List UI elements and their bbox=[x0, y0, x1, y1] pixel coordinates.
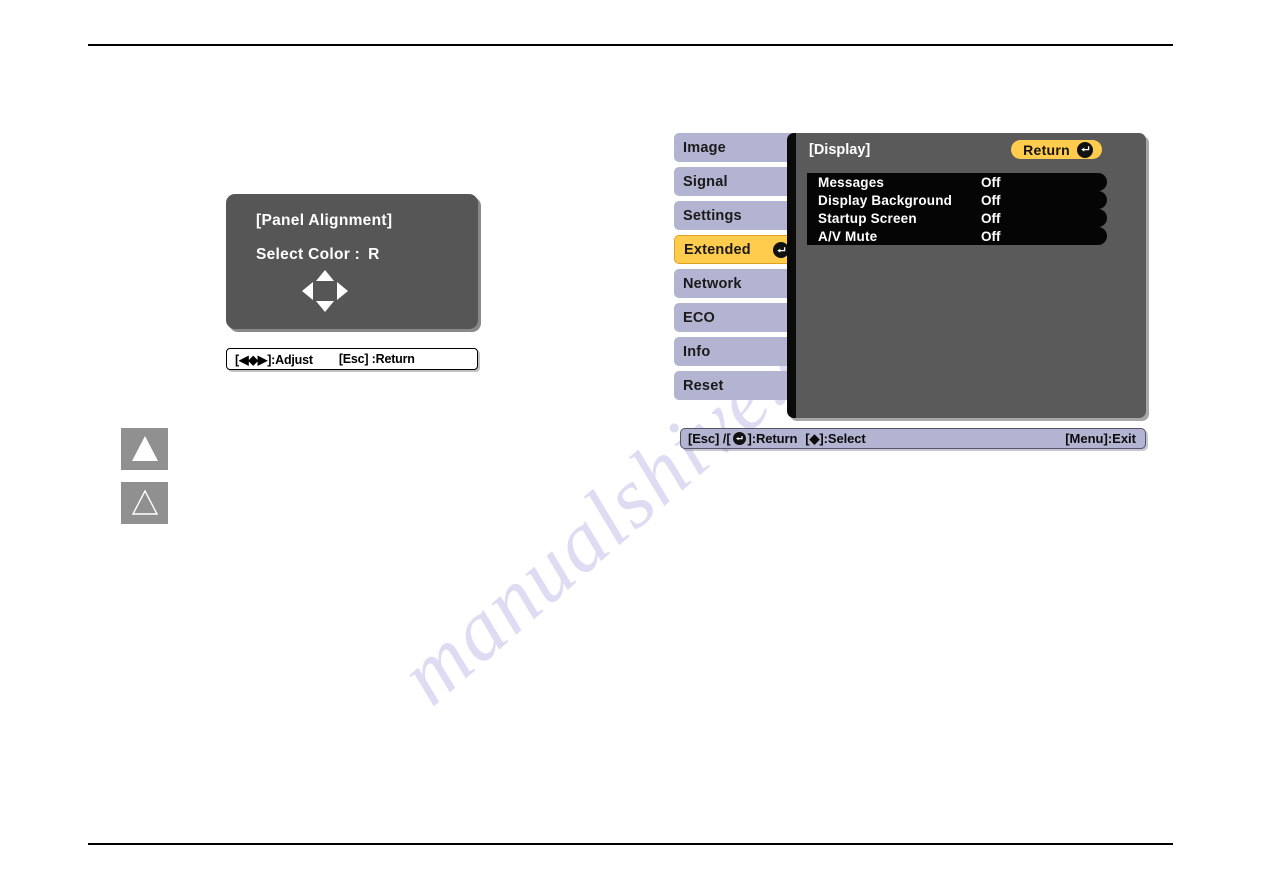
sidebar-item-label: Settings bbox=[683, 207, 742, 224]
setting-label: A/V Mute bbox=[818, 228, 878, 244]
return-button[interactable]: Return bbox=[1011, 140, 1102, 159]
projector-menu-statusbar: [Esc] /[ ]:Return [◆]:Select [Menu]:Exit bbox=[680, 428, 1146, 449]
sidebar-item-label: Signal bbox=[683, 173, 728, 190]
setting-value: Off bbox=[981, 210, 1001, 226]
statusbar-return-suffix: ]:Return bbox=[747, 431, 798, 446]
enter-key-icon bbox=[732, 432, 746, 445]
select-color-row: Select Color : R bbox=[256, 246, 380, 264]
caution-triangle-outline-icon bbox=[131, 489, 158, 515]
projector-menu-sidebar: Image Signal Settings Extended Network E bbox=[674, 133, 798, 405]
list-item[interactable]: A/V Mute Off bbox=[807, 227, 1107, 245]
setting-value: Off bbox=[981, 174, 1001, 190]
page-rule-top bbox=[88, 44, 1173, 46]
projector-menu-body: [Display] Return Messages Off Display Ba… bbox=[787, 133, 1146, 418]
sidebar-item-network[interactable]: Network bbox=[674, 269, 796, 298]
setting-value: Off bbox=[981, 228, 1001, 244]
statusbar-exit-hint: [Menu]:Exit bbox=[1065, 431, 1136, 446]
page-title: [Display] bbox=[809, 142, 871, 158]
setting-label: Display Background bbox=[818, 192, 953, 208]
dpad-right-icon[interactable] bbox=[337, 282, 348, 300]
sidebar-item-eco[interactable]: ECO bbox=[674, 303, 796, 332]
panel-alignment-title: [Panel Alignment] bbox=[256, 212, 393, 229]
enter-key-icon bbox=[1077, 141, 1093, 158]
dpad-down-icon[interactable] bbox=[316, 301, 334, 312]
sidebar-item-extended[interactable]: Extended bbox=[674, 235, 798, 264]
sidebar-item-signal[interactable]: Signal bbox=[674, 167, 796, 196]
list-item[interactable]: Startup Screen Off bbox=[807, 209, 1107, 227]
footer-return-hint: [Esc] :Return bbox=[338, 352, 415, 366]
page-rule-bottom bbox=[88, 843, 1173, 845]
statusbar-return-hint: [Esc] /[ ]:Return [◆]:Select bbox=[688, 431, 866, 447]
select-color-label: Select Color : bbox=[256, 246, 361, 263]
sidebar-item-label: ECO bbox=[683, 309, 716, 326]
setting-value: Off bbox=[981, 192, 1001, 208]
sidebar-item-label: Network bbox=[683, 275, 742, 292]
select-color-value: R bbox=[368, 246, 380, 263]
panel-alignment-dialog: [Panel Alignment] Select Color : R bbox=[226, 194, 478, 329]
sidebar-item-label: Info bbox=[683, 343, 711, 360]
warning-triangle-filled-icon bbox=[131, 436, 158, 461]
projector-osd-menu: Image Signal Settings Extended Network E bbox=[674, 133, 1146, 418]
statusbar-select-hint: [◆]:Select bbox=[805, 430, 866, 446]
sidebar-item-image[interactable]: Image bbox=[674, 133, 796, 162]
sidebar-item-reset[interactable]: Reset bbox=[674, 371, 796, 400]
return-button-label: Return bbox=[1023, 141, 1070, 158]
dpad-icon[interactable] bbox=[302, 270, 348, 312]
statusbar-return-prefix: [Esc] /[ bbox=[688, 431, 731, 446]
sidebar-item-label: Extended bbox=[684, 241, 751, 258]
panel-alignment-footer: [◀◆▶]:Adjust [Esc] :Return bbox=[226, 348, 478, 370]
sidebar-item-label: Reset bbox=[683, 377, 724, 394]
list-item[interactable]: Messages Off bbox=[807, 173, 1107, 191]
sidebar-item-label: Image bbox=[683, 139, 726, 156]
sidebar-item-info[interactable]: Info bbox=[674, 337, 796, 366]
warning-note-box bbox=[121, 428, 168, 470]
dpad-left-icon[interactable] bbox=[302, 282, 313, 300]
footer-adjust-hint: [◀◆▶]:Adjust bbox=[235, 352, 313, 367]
dpad-up-icon[interactable] bbox=[316, 270, 334, 281]
sidebar-item-settings[interactable]: Settings bbox=[674, 201, 796, 230]
setting-label: Startup Screen bbox=[818, 210, 917, 226]
display-settings-list: Messages Off Display Background Off Star… bbox=[807, 173, 1107, 245]
list-item[interactable]: Display Background Off bbox=[807, 191, 1107, 209]
caution-note-box bbox=[121, 482, 168, 524]
setting-label: Messages bbox=[818, 174, 885, 190]
